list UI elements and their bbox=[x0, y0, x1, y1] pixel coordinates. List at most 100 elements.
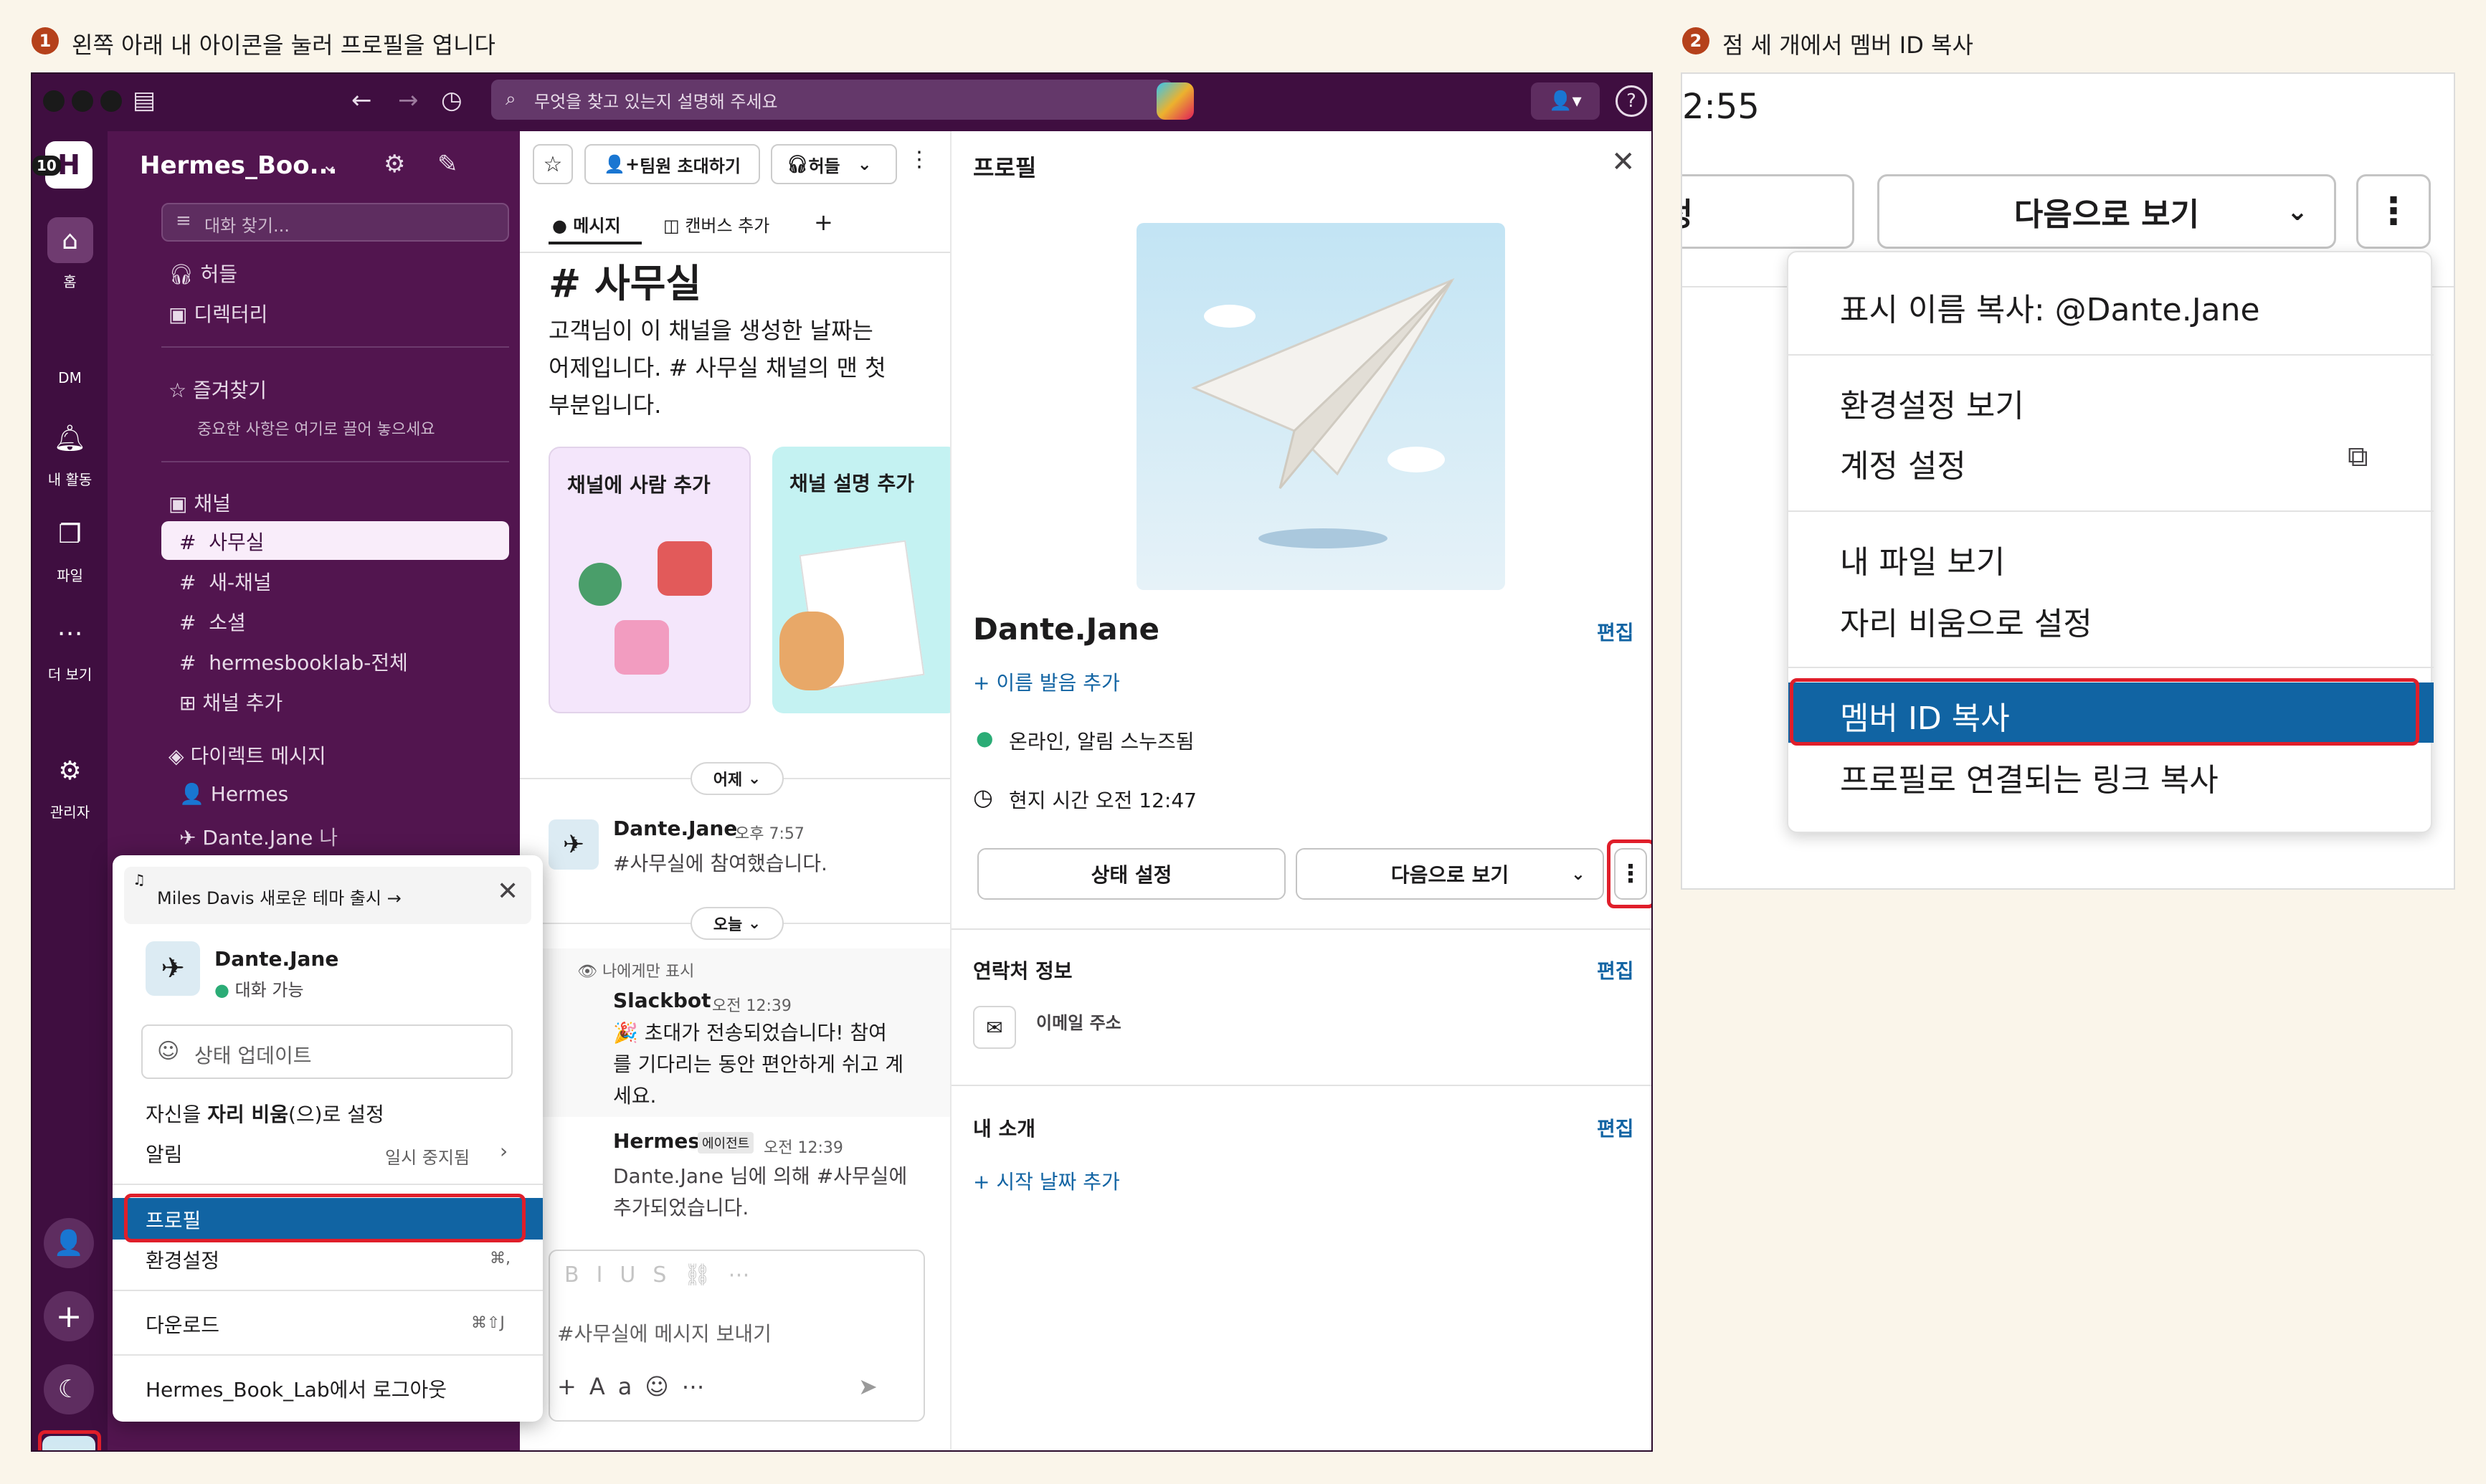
sidebar-item-huddle[interactable]: 🎧︎ 허들 bbox=[169, 259, 237, 287]
intro-line: 어제입니다. # 사무실 채널의 맨 첫 bbox=[549, 354, 886, 381]
preferences-item[interactable]: 환경설정 bbox=[146, 1245, 219, 1274]
edit-profile-link[interactable]: 편집 bbox=[1597, 617, 1634, 646]
logout-item[interactable]: Hermes_Book_Lab에서 로그아웃 bbox=[146, 1374, 447, 1403]
add-pronunciation-link[interactable]: + 이름 발음 추가 bbox=[973, 667, 1120, 696]
workspace-name[interactable]: Hermes_Boo... bbox=[140, 151, 337, 180]
message-author[interactable]: Hermes bbox=[613, 1129, 700, 1153]
profile-photo[interactable] bbox=[1137, 223, 1505, 590]
plus-icon[interactable]: + bbox=[44, 1291, 94, 1341]
rail-item-admin[interactable]: ⚙ 관리자 bbox=[32, 748, 108, 822]
downloads-item[interactable]: 다운로드 bbox=[146, 1310, 219, 1338]
sidebar-item-directory[interactable]: ▣ 디렉터리 bbox=[169, 299, 267, 328]
composer-actions[interactable]: +Aa☺⋯ bbox=[557, 1373, 718, 1400]
step-1-caption: 왼쪽 아래 내 아이콘을 눌러 프로필을 엽니다 bbox=[72, 32, 495, 59]
sidebar-item-add-channel[interactable]: ⊞ 채널 추가 bbox=[179, 688, 283, 716]
zoom-window-dot[interactable] bbox=[100, 90, 122, 112]
rail-item-more[interactable]: ⋯ 더 보기 bbox=[32, 610, 108, 684]
rail-item-home[interactable]: ⌂ 홈 bbox=[32, 217, 108, 291]
notifications-value: 일시 중지됨 bbox=[385, 1148, 470, 1168]
channel-name: 사무실 bbox=[209, 531, 265, 554]
email-label[interactable]: 이메일 주소 bbox=[1036, 1009, 1121, 1034]
search-bar[interactable]: ⌕ 무엇을 찾고 있는지 설명해 주세요 bbox=[491, 80, 1172, 120]
gear-icon: ⚙ bbox=[58, 756, 82, 786]
tab-canvas[interactable]: ◫ 캔버스 추가 bbox=[663, 211, 769, 237]
ai-assistant-icon[interactable] bbox=[1157, 82, 1194, 120]
star-icon[interactable]: ☆ bbox=[533, 144, 573, 184]
sidebar-item-channel-new[interactable]: # 새-채널 bbox=[179, 567, 272, 596]
notifications-item[interactable]: 알림 bbox=[146, 1139, 183, 1168]
set-status-button-fragment[interactable]: 정 bbox=[1682, 174, 1854, 249]
rail-item-activity[interactable]: 🔔︎ 내 활동 bbox=[32, 415, 108, 489]
add-start-date-link[interactable]: + 시작 날짜 추가 bbox=[973, 1166, 1120, 1195]
more-actions-button[interactable]: ⋮ bbox=[2356, 174, 2431, 249]
favorites-hint: 중요한 사항은 여기로 끌어 놓으세요 bbox=[197, 421, 435, 439]
date-divider-yesterday[interactable]: 어제 ⌄ bbox=[691, 762, 784, 795]
set-away-item[interactable]: 자리 비움으로 설정 bbox=[1840, 598, 2092, 644]
sidebar-section-favorites[interactable]: ☆ 즐겨찾기 bbox=[169, 375, 267, 404]
date-divider-today[interactable]: 오늘 ⌄ bbox=[691, 907, 784, 940]
rail-label: 내 활동 bbox=[47, 471, 92, 488]
compose-icon[interactable]: ✎ bbox=[437, 150, 458, 179]
history-icon[interactable]: ◷ bbox=[441, 88, 462, 113]
step-2-number: 2 bbox=[1682, 27, 1709, 54]
find-placeholder: 대화 찾기... bbox=[204, 216, 290, 236]
message-composer[interactable]: BIUS⛓⋯ #사무실에 메시지 보내기 +Aa☺⋯ ➤ bbox=[549, 1250, 925, 1422]
formatting-toolbar[interactable]: BIUS⛓⋯ bbox=[564, 1262, 767, 1288]
help-icon[interactable]: ? bbox=[1616, 85, 1647, 117]
user-switcher-icon[interactable]: 👤▾ bbox=[1531, 82, 1600, 120]
copy-profile-link-item[interactable]: 프로필로 연결되는 링크 복사 bbox=[1840, 754, 2219, 800]
add-description-card[interactable]: 채널 설명 추가 bbox=[772, 447, 959, 713]
sidebar-toggle-icon[interactable]: ▤ bbox=[133, 88, 156, 113]
invite-button[interactable]: 👤+ 팀원 초대하기 bbox=[584, 144, 760, 184]
away-prefix: 자신을 bbox=[146, 1103, 201, 1126]
sidebar-section-dms[interactable]: ◈ 다이렉트 메시지 bbox=[169, 741, 326, 769]
sidebar-item-channel-office[interactable]: # 사무실 bbox=[179, 527, 265, 556]
message-author[interactable]: Dante.Jane bbox=[613, 817, 737, 840]
set-away-item[interactable]: 자신을 자리 비움(으)로 설정 bbox=[146, 1099, 384, 1128]
sidebar-item-channel-social[interactable]: # 소셜 bbox=[179, 607, 246, 636]
avatar: ✈︎ bbox=[146, 941, 200, 996]
edit-about-link[interactable]: 편집 bbox=[1597, 1113, 1634, 1142]
sidebar-item-dm-hermes[interactable]: 👤 Hermes bbox=[179, 782, 288, 806]
view-as-button[interactable]: 다음으로 보기 ⌄ bbox=[1296, 848, 1604, 900]
sidebar-item-channel-all[interactable]: # hermesbooklab-전체 bbox=[179, 647, 408, 676]
kebab-icon[interactable]: ⋮ bbox=[908, 147, 930, 172]
settings-icon[interactable]: ⚙ bbox=[384, 150, 405, 179]
sidebar-section-channels[interactable]: ▣ 채널 bbox=[169, 488, 231, 517]
channel-name: hermesbooklab-전체 bbox=[209, 651, 408, 675]
find-conversation-input[interactable]: 대화 찾기... ≡ bbox=[161, 203, 509, 242]
close-icon[interactable]: ✕ bbox=[1611, 146, 1636, 179]
view-as-button[interactable]: 다음으로 보기 ⌄ bbox=[1877, 174, 2336, 249]
rail-item-files[interactable]: ❐ 파일 bbox=[32, 511, 108, 585]
update-status-input[interactable]: ☺ 상태 업데이트 bbox=[141, 1024, 513, 1079]
edit-contact-link[interactable]: 편집 bbox=[1597, 956, 1634, 984]
rail-item-dm[interactable]: DM bbox=[32, 316, 108, 386]
close-icon[interactable]: ✕ bbox=[497, 877, 518, 906]
moon-icon[interactable]: ☾ bbox=[44, 1364, 94, 1414]
back-arrow-icon[interactable]: ← bbox=[351, 88, 372, 113]
view-my-files-item[interactable]: 내 파일 보기 bbox=[1840, 536, 2005, 582]
promo-banner[interactable]: Miles Davis 새로운 테마 출시 → ♫ ✕ bbox=[124, 867, 531, 924]
account-settings-item[interactable]: 계정 설정 bbox=[1840, 440, 1966, 486]
divider bbox=[1788, 354, 2434, 356]
view-preferences-item[interactable]: 환경설정 보기 bbox=[1840, 380, 2024, 426]
set-status-button[interactable]: 상태 설정 bbox=[977, 848, 1286, 900]
tab-messages[interactable]: ● 메시지 bbox=[552, 211, 621, 237]
forward-arrow-icon[interactable]: → bbox=[398, 88, 419, 113]
minimize-window-dot[interactable] bbox=[72, 90, 93, 112]
message-author[interactable]: Slackbot bbox=[613, 989, 711, 1012]
sidebar-item-dm-dante[interactable]: ✈︎ Dante.Jane 나 bbox=[179, 822, 338, 851]
chevron-down-icon[interactable]: ⌄ bbox=[321, 153, 338, 176]
person-avatar-illustration bbox=[579, 563, 622, 606]
intro-line: 부분입니다. bbox=[549, 391, 662, 419]
add-people-card[interactable]: 채널에 사람 추가 bbox=[549, 447, 751, 713]
chevron-down-icon: ⌄ bbox=[2286, 196, 2308, 227]
add-user-icon[interactable]: 👤 bbox=[44, 1218, 94, 1268]
close-window-dot[interactable] bbox=[43, 90, 65, 112]
avatar[interactable]: ✈︎ bbox=[549, 819, 599, 870]
add-tab-plus-icon[interactable]: + bbox=[814, 209, 833, 236]
copy-display-name-item[interactable]: 표시 이름 복사: @Dante.Jane bbox=[1840, 284, 2260, 330]
huddle-button[interactable]: 🎧︎ 허들 ⌄ bbox=[771, 144, 897, 184]
rail-label: 더 보기 bbox=[47, 666, 92, 683]
send-icon[interactable]: ➤ bbox=[858, 1373, 878, 1400]
